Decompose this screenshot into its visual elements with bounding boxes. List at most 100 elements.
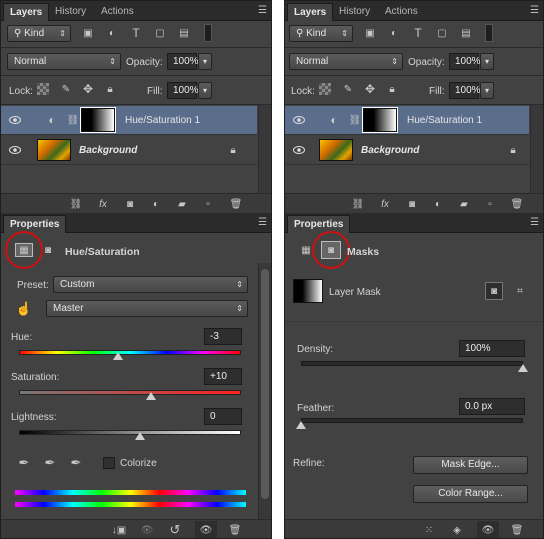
shape-filter-icon[interactable]: ▢ xyxy=(435,26,449,40)
tab-layers[interactable]: Layers xyxy=(287,3,334,21)
eyedropper-icon[interactable]: ✒ xyxy=(17,455,31,471)
blend-mode-dropdown[interactable]: Normal ⇕ xyxy=(7,53,121,70)
adjustment-layer-icon[interactable]: ◐ xyxy=(431,197,445,211)
tab-properties[interactable]: Properties xyxy=(3,215,67,233)
layer-row-background[interactable]: Background 🔒︎ xyxy=(285,136,529,165)
trash-icon[interactable]: 🗑︎ xyxy=(227,523,243,537)
hue-slider-track[interactable] xyxy=(19,350,241,355)
eyedropper-minus-icon[interactable]: ✒ xyxy=(69,455,83,471)
filter-toggle-icon[interactable] xyxy=(204,24,212,42)
eyedropper-plus-icon[interactable]: ✒ xyxy=(43,455,57,471)
apply-mask-icon[interactable]: ◈ xyxy=(449,523,465,537)
lock-transparent-icon[interactable] xyxy=(37,83,49,95)
lock-image-brush-icon[interactable]: ✎ xyxy=(341,82,355,96)
properties-scrollbar[interactable] xyxy=(258,263,271,521)
opacity-dropdown-button[interactable]: ▾ xyxy=(198,53,212,70)
fill-dropdown-button[interactable]: ▾ xyxy=(480,82,494,99)
panel-menu-icon[interactable]: ☰ xyxy=(258,217,267,228)
filter-kind-dropdown[interactable]: ⚲ Kind ⇕ xyxy=(289,25,353,42)
layer-row-hue-saturation[interactable]: ◐ ⛓ Hue/Saturation 1 xyxy=(285,106,529,135)
layer-mask-thumbnail[interactable] xyxy=(80,107,116,133)
add-mask-icon[interactable]: ◙ xyxy=(123,197,137,211)
visibility-eye-icon[interactable]: 👁︎ xyxy=(477,521,499,538)
feather-slider-track[interactable] xyxy=(301,418,523,423)
smart-object-filter-icon[interactable]: ▤ xyxy=(177,26,191,40)
reset-icon[interactable]: ↺ xyxy=(167,522,183,537)
layer-name[interactable]: Hue/Saturation 1 xyxy=(125,115,200,126)
link-layers-icon[interactable]: ⛓ xyxy=(351,197,365,211)
folder-icon[interactable]: ▰ xyxy=(457,197,471,211)
image-filter-icon[interactable]: ▣ xyxy=(81,26,95,40)
adjustment-layer-icon[interactable]: ◐ xyxy=(149,197,163,211)
layer-mask-thumbnail[interactable] xyxy=(362,107,398,133)
visibility-eye-icon[interactable] xyxy=(293,115,305,125)
fx-icon[interactable]: fx xyxy=(95,197,111,211)
clip-to-layer-icon[interactable]: ↓▣ xyxy=(111,523,127,537)
mask-edge-button[interactable]: Mask Edge... xyxy=(413,456,528,474)
tab-actions[interactable]: Actions xyxy=(379,3,424,21)
opacity-input[interactable]: 100% xyxy=(167,53,199,70)
folder-icon[interactable]: ▰ xyxy=(175,197,189,211)
tab-history[interactable]: History xyxy=(49,3,92,21)
lock-all-icon[interactable]: 🔒︎ xyxy=(385,82,399,96)
layers-scrollbar[interactable] xyxy=(258,105,271,193)
layer-row-hue-saturation[interactable]: ◐ ⛓ Hue/Saturation 1 xyxy=(1,106,257,135)
background-thumbnail[interactable] xyxy=(37,139,71,161)
adjustment-filter-icon[interactable]: ◐ xyxy=(387,26,401,40)
add-mask-icon[interactable]: ◙ xyxy=(405,197,419,211)
filter-toggle-icon[interactable] xyxy=(485,24,493,42)
density-slider-knob[interactable] xyxy=(518,364,528,372)
color-range-button[interactable]: Color Range... xyxy=(413,485,528,503)
tab-actions[interactable]: Actions xyxy=(95,3,140,21)
tab-history[interactable]: History xyxy=(333,3,376,21)
lightness-slider-knob[interactable] xyxy=(135,432,145,440)
tab-properties[interactable]: Properties xyxy=(287,215,351,233)
visibility-eye-icon[interactable]: 👁︎ xyxy=(195,521,217,538)
density-input[interactable]: 100% xyxy=(459,340,525,357)
saturation-slider-knob[interactable] xyxy=(146,392,156,400)
colorize-checkbox[interactable] xyxy=(103,457,115,469)
type-filter-icon[interactable]: T xyxy=(129,26,143,40)
image-filter-icon[interactable]: ▣ xyxy=(363,26,377,40)
targeted-adjustment-hand-icon[interactable]: ☝ xyxy=(15,301,33,317)
trash-icon[interactable]: 🗑︎ xyxy=(509,523,525,537)
fill-dropdown-button[interactable]: ▾ xyxy=(198,82,212,99)
tab-layers[interactable]: Layers xyxy=(3,3,50,21)
trash-icon[interactable]: 🗑︎ xyxy=(229,197,243,211)
background-thumbnail[interactable] xyxy=(319,139,353,161)
smart-object-filter-icon[interactable]: ▤ xyxy=(459,26,473,40)
feather-slider-knob[interactable] xyxy=(296,421,306,429)
shape-filter-icon[interactable]: ▢ xyxy=(153,26,167,40)
lock-image-brush-icon[interactable]: ✎ xyxy=(59,82,73,96)
load-selection-icon[interactable]: ⁙ xyxy=(421,523,437,537)
scrollbar-thumb[interactable] xyxy=(261,269,269,499)
hue-input[interactable]: -3 xyxy=(204,328,242,345)
fx-icon[interactable]: fx xyxy=(377,197,393,211)
lightness-input[interactable]: 0 xyxy=(204,408,242,425)
opacity-input[interactable]: 100% xyxy=(449,53,481,70)
saturation-slider-track[interactable] xyxy=(19,390,241,395)
panel-menu-icon[interactable]: ☰ xyxy=(530,217,539,228)
lock-position-move-icon[interactable]: ✥ xyxy=(363,82,377,96)
lock-all-icon[interactable]: 🔒︎ xyxy=(103,82,117,96)
visibility-eye-icon[interactable] xyxy=(9,145,21,155)
density-slider-track[interactable] xyxy=(301,361,523,366)
type-filter-icon[interactable]: T xyxy=(411,26,425,40)
hue-slider-knob[interactable] xyxy=(113,352,123,360)
add-pixel-mask-icon[interactable]: ◙ xyxy=(485,282,503,300)
new-layer-icon[interactable]: ▫ xyxy=(201,197,215,211)
lock-transparent-icon[interactable] xyxy=(319,83,331,95)
layer-row-background[interactable]: Background 🔒︎ xyxy=(1,136,257,165)
adjustment-filter-icon[interactable]: ◐ xyxy=(105,26,119,40)
link-chain-icon[interactable]: ⛓ xyxy=(67,113,80,127)
panel-menu-icon[interactable]: ☰ xyxy=(530,5,539,16)
channel-dropdown[interactable]: Master ⇕ xyxy=(46,300,248,317)
preset-dropdown[interactable]: Custom ⇕ xyxy=(53,276,248,293)
lock-position-move-icon[interactable]: ✥ xyxy=(81,82,95,96)
feather-input[interactable]: 0.0 px xyxy=(459,398,525,415)
add-vector-mask-icon[interactable]: ⌗ xyxy=(511,282,529,300)
blend-mode-dropdown[interactable]: Normal ⇕ xyxy=(289,53,403,70)
layer-name[interactable]: Background xyxy=(79,145,137,156)
fill-input[interactable]: 100% xyxy=(167,82,199,99)
link-chain-icon[interactable]: ⛓ xyxy=(349,113,362,127)
